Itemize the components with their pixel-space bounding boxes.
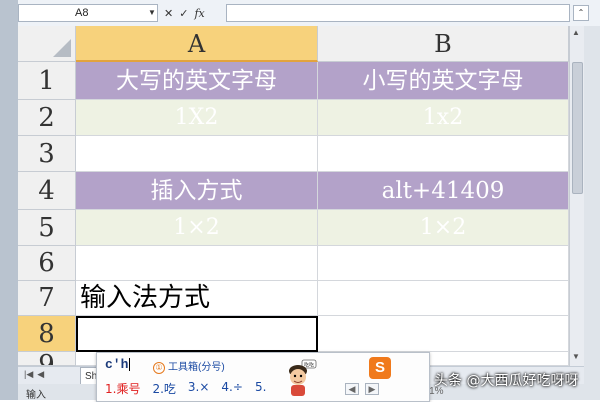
name-box[interactable]: A8: [18, 4, 158, 22]
ime-candidate-4[interactable]: 4.÷: [221, 380, 243, 397]
cell-b7[interactable]: [318, 281, 569, 316]
sogou-logo[interactable]: S: [369, 357, 391, 379]
sheet-nav: |◀ ◀: [24, 369, 44, 380]
ime-composition: c'h: [105, 357, 131, 372]
ime-candidate-window: c'h ① 工具箱(分号) 1.乘号 2.吃 3.× 4.÷ 5. 吃吃 S ◀ …: [96, 352, 430, 402]
ime-next-page-icon[interactable]: ▶: [365, 383, 379, 395]
cell-b4[interactable]: alt+41409: [318, 172, 569, 210]
mascot-badge-text: 吃吃: [304, 362, 314, 369]
ime-candidate-2[interactable]: 2.吃: [152, 380, 175, 397]
fx-icon[interactable]: fx: [194, 7, 204, 20]
row-header-4[interactable]: 4: [18, 172, 76, 210]
scrollbar-thumb[interactable]: [572, 62, 583, 194]
cell-a6[interactable]: [76, 246, 318, 281]
ime-hint-number: ①: [153, 362, 165, 374]
ime-prev-page-icon[interactable]: ◀: [345, 383, 359, 395]
row-header-6[interactable]: 6: [18, 246, 76, 281]
ime-candidate-1[interactable]: 1.乘号: [105, 380, 140, 397]
row-header-2[interactable]: 2: [18, 100, 76, 136]
name-box-dropdown-icon[interactable]: ▼: [148, 4, 156, 22]
ime-page-nav: ◀ ▶: [345, 383, 379, 395]
ime-hint-text: 工具箱(分号): [168, 362, 225, 373]
ime-candidate-3[interactable]: 3.×: [188, 380, 210, 397]
row-header-5[interactable]: 5: [18, 210, 76, 246]
ime-caret: [129, 358, 131, 372]
cell-a5[interactable]: 1×2: [76, 210, 318, 246]
scroll-down-icon[interactable]: ▼: [572, 352, 580, 361]
formula-icons: ✕ ✓ fx: [164, 5, 205, 21]
row-header-8[interactable]: 8: [18, 316, 76, 352]
cell-b1[interactable]: 小写的英文字母: [318, 62, 569, 100]
formula-bar: A8 ▼ ✕ ✓ fx ⌃: [0, 0, 600, 27]
row-header-3[interactable]: 3: [18, 136, 76, 172]
active-cell-border: [76, 316, 318, 352]
column-header-a[interactable]: A: [76, 26, 318, 62]
first-sheet-icon[interactable]: |◀: [24, 369, 33, 380]
cancel-icon[interactable]: ✕: [164, 7, 173, 20]
row-header-7[interactable]: 7: [18, 281, 76, 316]
column-header-b[interactable]: B: [318, 26, 569, 62]
left-window-edge: [0, 0, 18, 400]
ime-candidates: 1.乘号 2.吃 3.× 4.÷ 5.: [105, 380, 266, 397]
cell-b8[interactable]: [318, 316, 569, 352]
watermark: 头条 @大西瓜好吃呀呀: [434, 373, 579, 389]
cell-a1[interactable]: 大写的英文字母: [76, 62, 318, 100]
cell-b5[interactable]: 1×2: [318, 210, 569, 246]
ime-candidate-5[interactable]: 5.: [255, 380, 266, 397]
cell-b3[interactable]: [318, 136, 569, 172]
status-mode: 输入: [26, 390, 46, 401]
enter-icon[interactable]: ✓: [179, 7, 188, 20]
corner-triangle-icon: [53, 39, 71, 57]
expand-formula-icon[interactable]: ⌃: [573, 5, 589, 21]
cell-a7[interactable]: 输入法方式: [76, 281, 318, 316]
cell-b6[interactable]: [318, 246, 569, 281]
cell-a2[interactable]: 1X2: [76, 100, 318, 136]
formula-input[interactable]: [226, 4, 570, 22]
vertical-scrollbar[interactable]: ▲ ▼: [569, 26, 584, 366]
ime-input-text: c'h: [105, 357, 129, 372]
right-window-edge: [584, 26, 600, 400]
cell-a3[interactable]: [76, 136, 318, 172]
cell-b2[interactable]: 1x2: [318, 100, 569, 136]
select-all-corner[interactable]: [18, 26, 76, 62]
prev-sheet-icon[interactable]: ◀: [37, 369, 44, 380]
ime-toolbox-hint[interactable]: ① 工具箱(分号): [153, 358, 225, 374]
ime-mascot-icon: 吃吃: [289, 359, 317, 396]
row-header-1[interactable]: 1: [18, 62, 76, 100]
row-header-9[interactable]: 9: [18, 352, 76, 366]
cell-a4[interactable]: 插入方式: [76, 172, 318, 210]
scroll-up-icon[interactable]: ▲: [572, 28, 580, 37]
